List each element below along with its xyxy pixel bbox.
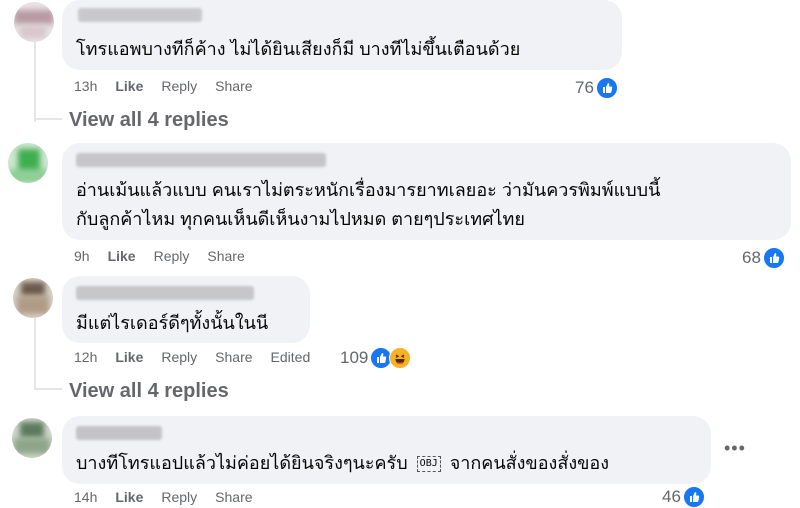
comment-text: มีแต่ไรเดอร์ดีๆทั้งนั้นในนี [76, 313, 269, 333]
comment-time[interactable]: 9h [74, 248, 90, 264]
edited-label[interactable]: Edited [271, 349, 311, 365]
reply-button[interactable]: Reply [161, 489, 197, 505]
comment-bubble: มีแต่ไรเดอร์ดีๆทั้งนั้นในนี [62, 276, 310, 343]
comment-bubble: อ่านเม้นแล้วแบบ คนเราไม่ตระหนักเรื่องมาร… [62, 143, 791, 240]
commenter-name[interactable] [78, 8, 202, 22]
comment-text: บางทีโทรแอปแล้วไม่ค่อยได้ยินจริงๆนะครับ … [76, 448, 609, 478]
comment-time[interactable]: 14h [74, 489, 97, 505]
comment-text-part-2: จากคนสั่งของสั่งของ [449, 453, 610, 473]
reaction-count[interactable]: 109 [340, 347, 412, 369]
thumbs-up-icon [595, 77, 618, 99]
avatar[interactable] [14, 2, 54, 42]
more-options-icon[interactable]: ••• [724, 438, 746, 459]
reaction-count[interactable]: 76 [575, 77, 618, 99]
comment-actions: 13h Like Reply Share [74, 78, 271, 94]
share-button[interactable]: Share [207, 248, 244, 264]
reaction-count[interactable]: 68 [742, 247, 785, 269]
commenter-name[interactable] [76, 426, 162, 440]
comment-bubble: บางทีโทรแอปแล้วไม่ค่อยได้ยินจริงๆนะครับ … [62, 416, 711, 484]
commenter-name[interactable] [76, 153, 326, 167]
thread-line-1 [34, 42, 36, 122]
comment-time[interactable]: 13h [74, 78, 97, 94]
thumbs-up-icon [762, 247, 785, 269]
avatar[interactable] [12, 418, 52, 458]
commenter-name[interactable] [76, 286, 254, 300]
haha-emoji-icon [389, 347, 412, 369]
comment-text-part-1: บางทีโทรแอปแล้วไม่ค่อยได้ยินจริงๆนะครับ [76, 453, 408, 473]
comment-text-line-2: กับลูกค้าไหม ทุกคนเห็นดีเห็นงามไปหมด ตาย… [76, 209, 525, 229]
share-button[interactable]: Share [215, 349, 252, 365]
object-placeholder-glyph: OBJ [416, 456, 441, 473]
thumbs-up-icon [682, 486, 705, 508]
reaction-number: 76 [575, 78, 594, 97]
reply-button[interactable]: Reply [161, 349, 197, 365]
reaction-count[interactable]: 46 [662, 486, 705, 508]
comment-bubble: โทรแอพบางทีก็ค้าง ไม่ได้ยินเสียงก็มี บาง… [62, 0, 622, 70]
reaction-number: 109 [340, 348, 369, 367]
share-button[interactable]: Share [215, 78, 252, 94]
view-replies-link[interactable]: View all 4 replies [69, 109, 229, 132]
avatar[interactable] [8, 143, 48, 183]
comment-actions: 14h Like Reply Share [74, 489, 271, 505]
view-replies-link[interactable]: View all 4 replies [69, 380, 229, 403]
thread-line-3 [34, 318, 36, 390]
thread-line-1-curve [34, 118, 62, 120]
share-button[interactable]: Share [215, 489, 252, 505]
avatar[interactable] [13, 278, 53, 318]
like-button[interactable]: Like [108, 248, 136, 264]
comment-actions: 9h Like Reply Share [74, 248, 263, 264]
reply-button[interactable]: Reply [154, 248, 190, 264]
reply-button[interactable]: Reply [161, 78, 197, 94]
comment-actions: 12h Like Reply Share Edited [74, 349, 328, 365]
comment-text: โทรแอพบางทีก็ค้าง ไม่ได้ยินเสียงก็มี บาง… [76, 39, 521, 59]
like-button[interactable]: Like [115, 78, 143, 94]
thread-line-3-curve [34, 388, 62, 390]
reaction-number: 68 [742, 248, 761, 267]
comment-text-line-1: อ่านเม้นแล้วแบบ คนเราไม่ตระหนักเรื่องมาร… [76, 180, 661, 200]
reaction-number: 46 [662, 487, 681, 506]
comment-time[interactable]: 12h [74, 349, 97, 365]
like-button[interactable]: Like [115, 349, 143, 365]
like-button[interactable]: Like [115, 489, 143, 505]
